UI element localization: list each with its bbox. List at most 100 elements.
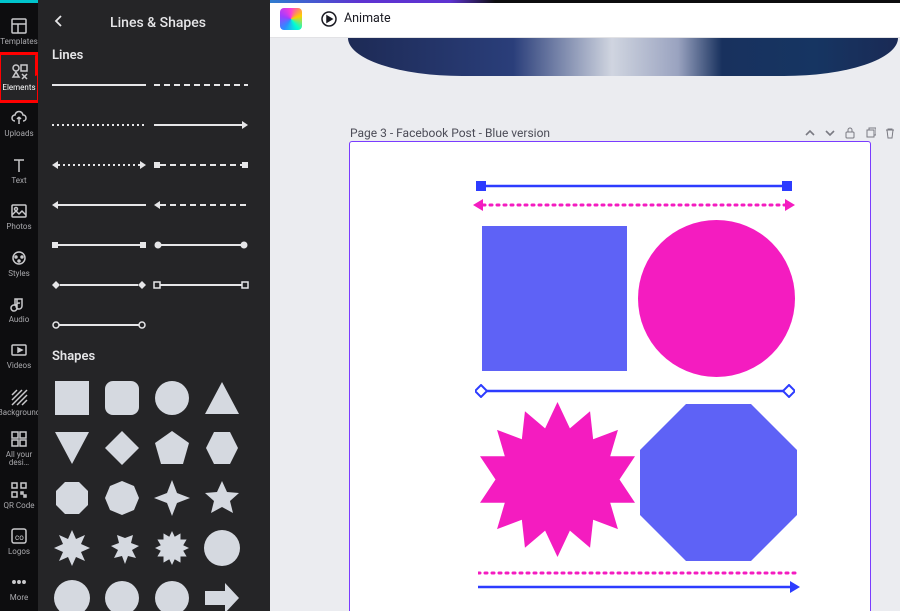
rail-photos[interactable]: Photos: [0, 194, 38, 240]
canvas-line-dotted-arrows[interactable]: [473, 198, 795, 212]
logos-icon: co: [10, 527, 28, 545]
chevron-up-icon: [804, 127, 816, 139]
line-solid[interactable]: [50, 69, 148, 101]
rail-styles[interactable]: Styles: [0, 240, 38, 286]
rail-audio[interactable]: Audio: [0, 286, 38, 332]
line-circle-ends[interactable]: [152, 229, 250, 261]
more-icon: [10, 573, 28, 591]
canvas-circle[interactable]: [638, 220, 795, 377]
line-dot-arrow-both[interactable]: [50, 149, 148, 181]
shape-scallop[interactable]: [150, 576, 194, 611]
shape-octagon-alt[interactable]: [100, 476, 144, 520]
shape-arrow-right-block[interactable]: [200, 576, 244, 611]
videos-icon: [10, 341, 28, 359]
rail-text[interactable]: Text: [0, 147, 38, 193]
canvas-line-dotted[interactable]: [478, 569, 797, 577]
shape-octagon[interactable]: [50, 476, 94, 520]
rail-label: Text: [11, 177, 26, 185]
shape-hexagon[interactable]: [200, 426, 244, 470]
previous-page-peek[interactable]: [348, 38, 898, 76]
shape-triangle[interactable]: [200, 376, 244, 420]
line-arrow-right[interactable]: [152, 109, 250, 141]
canvas-starburst[interactable]: [480, 402, 635, 557]
page-collapse-down[interactable]: [820, 123, 840, 143]
photos-icon: [10, 202, 28, 220]
rail-label: More: [10, 594, 28, 602]
rail-videos[interactable]: Videos: [0, 333, 38, 379]
shapes-grid: [38, 370, 270, 611]
lines-grid: [38, 69, 270, 341]
rail-elements[interactable]: Elements: [0, 54, 38, 100]
shape-pentagon[interactable]: [150, 426, 194, 470]
rail-templates[interactable]: Templates: [0, 8, 38, 54]
line-circle-dot-ends[interactable]: [50, 309, 148, 341]
background-icon: [10, 388, 28, 406]
rail-designs[interactable]: All your desi…: [0, 426, 38, 472]
styles-icon: [10, 249, 28, 267]
rail-label: QR Code: [4, 502, 35, 510]
shape-rounded-square[interactable]: [100, 376, 144, 420]
canvas-line-diamond-ends[interactable]: [475, 384, 795, 398]
rail-uploads[interactable]: Uploads: [0, 101, 38, 147]
animate-label: Animate: [344, 11, 391, 26]
lock-icon: [844, 127, 856, 139]
shape-five-point-star[interactable]: [200, 476, 244, 520]
line-square-ends[interactable]: [50, 229, 148, 261]
canvas-line-arrow-right[interactable]: [478, 580, 800, 594]
animate-button[interactable]: Animate: [312, 4, 399, 34]
rail-logos[interactable]: co Logos: [0, 518, 38, 564]
shape-diamond[interactable]: [100, 426, 144, 470]
page-header-row: Page 3 - Facebook Post - Blue version: [350, 123, 900, 143]
canvas-octagon[interactable]: [640, 404, 797, 561]
shape-burst-8[interactable]: [50, 526, 94, 570]
duplicate-icon: [864, 127, 876, 139]
page-delete[interactable]: [880, 123, 900, 143]
shape-burst-12[interactable]: [150, 526, 194, 570]
lines-section-label: Lines: [38, 40, 270, 69]
canvas-line-square-ends[interactable]: [476, 180, 792, 192]
left-rail: Templates Elements Uploads Text Photos S…: [0, 0, 38, 611]
panel-header: Lines & Shapes: [38, 10, 270, 40]
page-title[interactable]: Page 3 - Facebook Post - Blue version: [350, 126, 550, 140]
line-diamond-ends[interactable]: [50, 269, 148, 301]
audio-icon: [10, 295, 28, 313]
rail-label: All your desi…: [0, 451, 38, 467]
line-arrow-left[interactable]: [50, 189, 148, 221]
line-dash-square-both[interactable]: [152, 149, 250, 181]
designs-icon: [10, 430, 28, 448]
rail-label: Logos: [8, 548, 30, 556]
line-dashed[interactable]: [152, 69, 250, 101]
rail-label: Templates: [0, 38, 37, 46]
qr-icon: [10, 481, 28, 499]
page-duplicate[interactable]: [860, 123, 880, 143]
shape-burst-20[interactable]: [50, 576, 94, 611]
chevron-down-icon: [824, 127, 836, 139]
design-canvas[interactable]: [350, 142, 870, 611]
shape-triangle-down[interactable]: [50, 426, 94, 470]
panel-title: Lines & Shapes: [58, 15, 258, 31]
stage: Page 3 - Facebook Post - Blue version: [270, 38, 900, 611]
top-toolbar: Animate: [270, 0, 900, 38]
shape-burst-rounded[interactable]: [100, 576, 144, 611]
shape-burst-10[interactable]: [100, 526, 144, 570]
line-square-dot-ends[interactable]: [152, 269, 250, 301]
elements-icon: [10, 63, 28, 81]
elements-panel: Lines & Shapes Lines Shapes: [38, 0, 270, 611]
shape-square[interactable]: [50, 376, 94, 420]
rail-background[interactable]: Background: [0, 379, 38, 425]
line-arrow-left-dashed[interactable]: [152, 189, 250, 221]
line-dotted[interactable]: [50, 109, 148, 141]
page-lock[interactable]: [840, 123, 860, 143]
shape-burst-16[interactable]: [200, 526, 244, 570]
rail-label: Photos: [6, 223, 31, 231]
rail-label: Styles: [8, 270, 29, 278]
svg-text:co: co: [15, 533, 24, 542]
canvas-square[interactable]: [482, 226, 627, 371]
shape-four-point-star[interactable]: [150, 476, 194, 520]
rail-qr[interactable]: QR Code: [0, 472, 38, 518]
canva-logo-icon[interactable]: [280, 8, 302, 30]
page-collapse-up[interactable]: [800, 123, 820, 143]
rail-more[interactable]: More: [0, 565, 38, 611]
shape-circle[interactable]: [150, 376, 194, 420]
rail-label: Videos: [7, 362, 31, 370]
